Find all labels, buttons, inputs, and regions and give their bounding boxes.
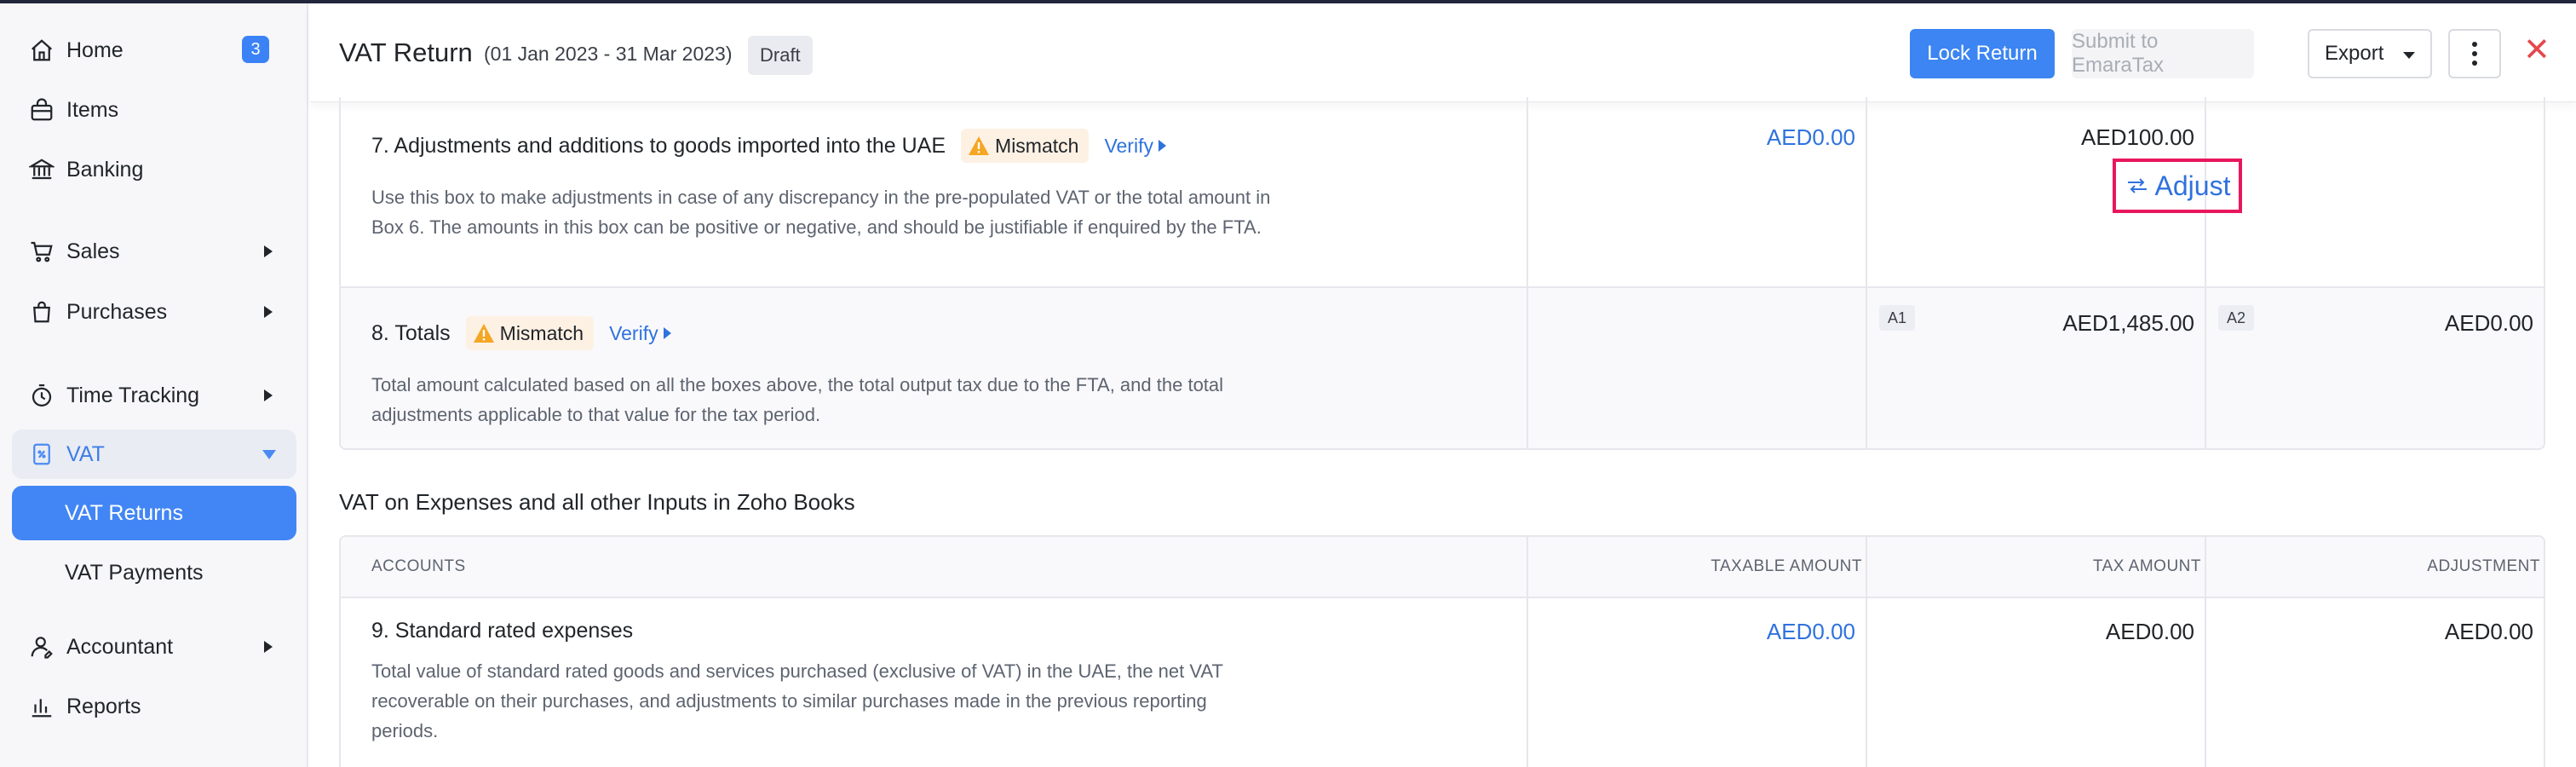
chevron-down-icon — [262, 450, 276, 459]
chevron-right-icon — [264, 641, 273, 653]
box-tag-a1: A1 — [1879, 305, 1916, 331]
tax-document-icon — [27, 440, 56, 469]
verify-label: Verify — [609, 321, 658, 344]
mismatch-badge: Mismatch — [961, 129, 1090, 163]
warning-icon — [473, 324, 494, 343]
cart-icon — [27, 237, 56, 266]
kebab-dot-icon — [2472, 61, 2477, 66]
adjust-label: Adjust — [2154, 170, 2231, 201]
lock-return-button[interactable]: Lock Return — [1910, 29, 2055, 78]
warning-icon — [969, 136, 990, 155]
table-header-row: ACCOUNTS TAXABLE AMOUNT TAX AMOUNT ADJUS… — [341, 537, 2544, 597]
taxable-amount-link[interactable]: AED0.00 — [1767, 124, 1855, 151]
stopwatch-icon — [27, 381, 56, 410]
column-header-tax-amount: TAX AMOUNT — [2092, 557, 2201, 575]
sidebar-item-label: Reports — [66, 694, 141, 718]
sidebar-item-vat[interactable]: VAT — [12, 430, 296, 479]
row-title: 7. Adjustments and additions to goods im… — [371, 126, 1166, 165]
kebab-dot-icon — [2472, 51, 2477, 56]
taxable-amount-link[interactable]: AED0.00 — [1767, 619, 1855, 645]
chevron-right-icon — [264, 245, 273, 257]
status-badge: Draft — [748, 36, 813, 75]
sidebar-item-vat-returns[interactable]: VAT Returns — [12, 486, 296, 540]
row-description: Total amount calculated based on all the… — [371, 374, 1224, 425]
sidebar: Home 3 Items Banking Sales Purchases Tim… — [0, 3, 308, 767]
table-row-box-7: 7. Adjustments and additions to goods im… — [341, 97, 2544, 286]
column-header-taxable-amount: TAXABLE AMOUNT — [1711, 557, 1862, 575]
sidebar-item-label: Home — [66, 37, 124, 62]
row-title-text: 9. Standard rated expenses — [371, 618, 634, 643]
notification-badge: 3 — [242, 36, 269, 63]
sidebar-item-accountant[interactable]: Accountant — [12, 622, 296, 672]
row-title-text: 7. Adjustments and additions to goods im… — [371, 133, 946, 158]
shopping-bag-icon — [27, 297, 56, 326]
row-title: 9. Standard rated expenses — [371, 614, 633, 648]
more-options-button[interactable] — [2448, 29, 2501, 78]
person-icon — [27, 632, 56, 661]
adjust-button[interactable]: Adjust — [2113, 159, 2242, 213]
submit-to-emaratax-button[interactable]: Submit to EmaraTax — [2072, 29, 2254, 78]
caret-down-icon — [2403, 52, 2415, 59]
row-title: 8. Totals Mismatch Verify — [371, 314, 671, 353]
verify-link[interactable]: Verify — [1104, 135, 1166, 158]
return-period: (01 Jan 2023 - 31 Mar 2023) — [484, 43, 733, 65]
box-tag-a2: A2 — [2218, 305, 2255, 331]
sidebar-item-time-tracking[interactable]: Time Tracking — [12, 371, 296, 420]
sidebar-item-label: VAT — [66, 441, 105, 466]
mismatch-label: Mismatch — [995, 134, 1079, 157]
sidebar-item-banking[interactable]: Banking — [12, 145, 296, 194]
row-title-text: 8. Totals — [371, 320, 451, 345]
sidebar-item-label: Accountant — [66, 634, 174, 659]
sidebar-item-label: Banking — [66, 157, 144, 182]
sidebar-item-items[interactable]: Items — [12, 85, 296, 135]
adjustment-amount: AED0.00 — [2444, 619, 2533, 644]
sidebar-item-sales[interactable]: Sales — [12, 227, 296, 276]
sidebar-item-label: Sales — [66, 239, 120, 263]
bar-chart-icon — [27, 692, 56, 721]
sidebar-item-purchases[interactable]: Purchases — [12, 287, 296, 337]
play-arrow-icon — [1158, 140, 1166, 152]
page-header: VAT Return (01 Jan 2023 - 31 Mar 2023) D… — [310, 3, 2576, 102]
row-description: Total value of standard rated goods and … — [371, 660, 1223, 741]
close-icon[interactable]: ✕ — [2523, 34, 2550, 66]
sidebar-item-label: Items — [66, 97, 119, 122]
column-header-accounts: ACCOUNTS — [371, 557, 466, 575]
verify-label: Verify — [1104, 134, 1153, 157]
tax-amount-total: AED1,485.00 — [2062, 310, 2194, 336]
adjustment-total: AED0.00 — [2444, 310, 2533, 336]
tax-amount: AED0.00 — [2105, 619, 2194, 644]
mismatch-label: Mismatch — [499, 321, 584, 344]
export-dropdown[interactable]: Export — [2308, 29, 2432, 78]
row-description: Use this box to make adjustments in case… — [371, 187, 1271, 238]
sidebar-item-label: Purchases — [66, 299, 168, 324]
vat-return-content: 7. Adjustments and additions to goods im… — [310, 97, 2576, 767]
verify-link[interactable]: Verify — [609, 322, 671, 345]
sidebar-item-label: Time Tracking — [66, 383, 200, 407]
mismatch-badge: Mismatch — [465, 316, 595, 350]
home-icon — [27, 36, 56, 65]
export-label: Export — [2325, 42, 2384, 65]
tax-amount: AED100.00 — [2081, 124, 2194, 150]
sidebar-item-reports[interactable]: Reports — [12, 682, 296, 731]
bank-icon — [27, 155, 56, 184]
expenses-table: ACCOUNTS TAXABLE AMOUNT TAX AMOUNT ADJUS… — [339, 535, 2545, 767]
chevron-right-icon — [264, 306, 273, 318]
swap-arrows-icon — [2127, 178, 2147, 193]
output-tax-table: 7. Adjustments and additions to goods im… — [339, 97, 2545, 450]
section-title: VAT on Expenses and all other Inputs in … — [339, 489, 855, 515]
column-header-adjustment: ADJUSTMENT — [2427, 557, 2540, 575]
sidebar-item-vat-payments[interactable]: VAT Payments — [12, 545, 296, 600]
basket-icon — [27, 95, 56, 124]
page-title: VAT Return — [339, 37, 473, 67]
chevron-right-icon — [264, 389, 273, 401]
table-row-box-8: 8. Totals Mismatch Verify Total amount c… — [341, 286, 2544, 448]
table-row-box-9: 9. Standard rated expenses Total value o… — [341, 597, 2544, 767]
kebab-dot-icon — [2472, 42, 2477, 47]
sidebar-item-home[interactable]: Home 3 — [12, 26, 296, 75]
play-arrow-icon — [663, 327, 671, 339]
